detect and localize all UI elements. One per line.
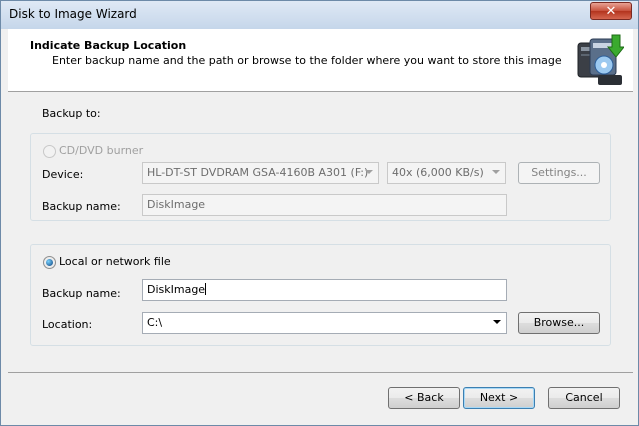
local-file-option-label: Local or network file: [59, 255, 171, 268]
cd-dvd-option-label: CD/DVD burner: [59, 144, 144, 157]
settings-button[interactable]: Settings...: [518, 162, 600, 184]
cd-dvd-group: CD/DVD burner Device: HL-DT-ST DVDRAM GS…: [30, 133, 611, 221]
disk-backup-icon: [577, 34, 624, 85]
footer-divider: [8, 372, 633, 373]
back-button[interactable]: < Back: [388, 387, 460, 409]
cancel-button[interactable]: Cancel: [548, 387, 620, 409]
chevron-down-icon: [365, 170, 373, 174]
cd-dvd-radio[interactable]: [43, 145, 56, 158]
next-button[interactable]: Next >: [463, 387, 535, 409]
backup-name-value: DiskImage: [147, 283, 206, 296]
device-select[interactable]: HL-DT-ST DVDRAM GSA-4160B A301 (F:): [142, 162, 379, 184]
backup-name-label: Backup name:: [42, 287, 121, 300]
cd-backup-name-input[interactable]: DiskImage: [142, 194, 507, 216]
device-label: Device:: [42, 168, 84, 181]
close-button[interactable]: ✕: [590, 2, 632, 20]
location-label: Location:: [42, 318, 93, 331]
local-file-group: Local or network file Backup name: DiskI…: [30, 244, 611, 346]
device-select-value: HL-DT-ST DVDRAM GSA-4160B A301 (F:): [147, 166, 369, 179]
chevron-down-icon: [493, 320, 501, 324]
location-select[interactable]: C:\: [142, 312, 507, 334]
wizard-window: Disk to Image Wizard ✕ Indicate Backup L…: [0, 0, 639, 426]
page-subtitle: Enter backup name and the path or browse…: [52, 54, 562, 67]
wizard-header: Indicate Backup Location Enter backup na…: [8, 29, 633, 92]
window-title: Disk to Image Wizard: [9, 7, 137, 21]
text-caret: [205, 283, 207, 295]
speed-select-value: 40x (6,000 KB/s): [392, 166, 484, 179]
wizard-content: Backup to: CD/DVD burner Device: HL-DT-S…: [8, 92, 633, 372]
local-file-radio[interactable]: [43, 256, 56, 269]
location-select-value: C:\: [147, 316, 163, 329]
backup-to-label: Backup to:: [42, 107, 101, 120]
chevron-down-icon: [492, 170, 500, 174]
page-title: Indicate Backup Location: [30, 39, 187, 52]
speed-select[interactable]: 40x (6,000 KB/s): [387, 162, 506, 184]
browse-button[interactable]: Browse...: [518, 312, 600, 334]
title-bar: Disk to Image Wizard ✕: [1, 1, 638, 29]
cd-backup-name-label: Backup name:: [42, 200, 121, 213]
backup-name-input[interactable]: DiskImage: [142, 279, 507, 301]
